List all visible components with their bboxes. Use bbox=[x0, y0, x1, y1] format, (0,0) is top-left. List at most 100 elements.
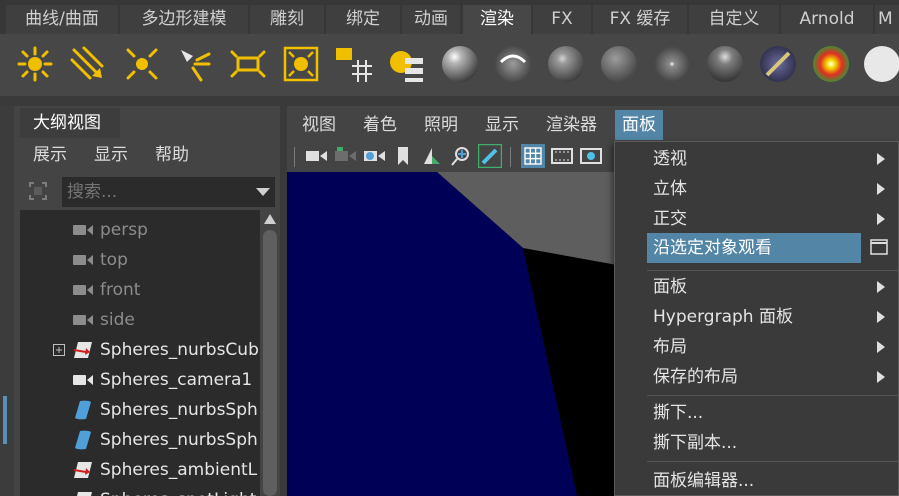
select-camera-icon[interactable] bbox=[304, 144, 328, 168]
light-editor-icon[interactable] bbox=[387, 44, 427, 84]
menu-item-label: 立体 bbox=[653, 179, 687, 199]
resolution-gate-icon[interactable] bbox=[579, 144, 603, 168]
phong-e-sphere-icon[interactable] bbox=[652, 44, 692, 84]
image-plane-icon[interactable] bbox=[420, 144, 444, 168]
list-item[interactable]: Spheres_nurbsCub bbox=[20, 335, 260, 365]
expand-icon[interactable] bbox=[53, 344, 65, 356]
outliner-menu-show[interactable]: 展示 bbox=[33, 140, 67, 170]
directional-light-icon[interactable] bbox=[68, 44, 108, 84]
camera-icon bbox=[73, 225, 93, 235]
ambient-light-icon[interactable] bbox=[122, 44, 162, 84]
menu-item-layouts[interactable]: 布局 bbox=[615, 332, 899, 362]
scroll-up-icon[interactable] bbox=[264, 214, 276, 224]
outliner-search-row bbox=[14, 176, 280, 208]
outliner-menu-display[interactable]: 显示 bbox=[94, 140, 128, 170]
camera-icon bbox=[73, 375, 93, 385]
menu-item-perspective[interactable]: 透视 bbox=[615, 144, 899, 174]
camera-attributes-icon[interactable] bbox=[333, 144, 357, 168]
point-light-icon[interactable] bbox=[15, 44, 55, 84]
outliner-menu-help[interactable]: 帮助 bbox=[155, 140, 189, 170]
outliner-search-input[interactable] bbox=[62, 177, 275, 207]
chevron-down-icon[interactable] bbox=[256, 188, 270, 196]
shelf-tab-rigging[interactable]: 绑定 bbox=[326, 5, 400, 34]
shelf-tab-custom[interactable]: 自定义 bbox=[689, 5, 779, 34]
grid-icon[interactable] bbox=[521, 144, 545, 168]
film-gate-icon[interactable] bbox=[550, 144, 574, 168]
shelf-tab-rendering[interactable]: 渲染 bbox=[463, 5, 531, 34]
list-item[interactable]: top bbox=[20, 245, 260, 275]
list-item[interactable]: persp bbox=[20, 215, 260, 245]
camera-settings-icon[interactable] bbox=[362, 144, 386, 168]
option-box-icon[interactable] bbox=[870, 239, 888, 255]
list-item-label: top bbox=[100, 250, 128, 270]
menu-item-saved-layouts[interactable]: 保存的布局 bbox=[615, 362, 899, 392]
layered-shader-icon[interactable] bbox=[705, 44, 745, 84]
tool-box-strip bbox=[0, 106, 14, 496]
menu-item-label: 透视 bbox=[653, 149, 687, 169]
render-sphere-icon[interactable] bbox=[862, 44, 899, 84]
shelf-tab-poly-modeling[interactable]: 多边形建模 bbox=[120, 5, 248, 34]
list-item-label: Spheres_nurbsSph bbox=[100, 400, 258, 420]
light-link-icon[interactable] bbox=[334, 44, 374, 84]
area-light-icon[interactable] bbox=[228, 44, 268, 84]
surface-shader-icon[interactable] bbox=[811, 44, 851, 84]
menu-item-label: 撕下副本... bbox=[653, 433, 738, 453]
chevron-right-icon bbox=[877, 213, 885, 225]
menu-separator bbox=[647, 395, 899, 396]
chevron-right-icon bbox=[877, 153, 885, 165]
filter-icon[interactable] bbox=[26, 179, 50, 203]
list-item[interactable]: front bbox=[20, 275, 260, 305]
list-item-label: persp bbox=[100, 220, 148, 240]
shelf-tab-sculpting[interactable]: 雕刻 bbox=[250, 5, 324, 34]
volume-light-icon[interactable] bbox=[281, 44, 321, 84]
list-item-label: Spheres_ambientL bbox=[100, 460, 258, 480]
spot-light-icon[interactable] bbox=[175, 44, 215, 84]
menu-item-tear-off[interactable]: 撕下... bbox=[615, 398, 899, 428]
menu-item-panel[interactable]: 面板 bbox=[615, 272, 899, 302]
nurbs-surface-icon bbox=[75, 430, 91, 450]
scrollbar-thumb[interactable] bbox=[263, 230, 277, 496]
panel-menu-view[interactable]: 视图 bbox=[295, 110, 343, 140]
menu-item-label: 面板编辑器... bbox=[653, 471, 755, 491]
list-item-label: Spheres_camera1 bbox=[100, 370, 253, 390]
panel-menu-shading[interactable]: 着色 bbox=[356, 110, 404, 140]
menu-separator bbox=[647, 270, 899, 271]
menu-item-stereo[interactable]: 立体 bbox=[615, 174, 899, 204]
panel-menu-renderer[interactable]: 渲染器 bbox=[539, 110, 604, 140]
shelf-tab-fx[interactable]: FX bbox=[533, 5, 591, 34]
grease-pencil-icon[interactable] bbox=[478, 144, 502, 168]
panel-menu-panels[interactable]: 面板 bbox=[615, 110, 663, 140]
shelf-tab-animation[interactable]: 动画 bbox=[402, 5, 460, 34]
menu-item-orthographic[interactable]: 正交 bbox=[615, 204, 899, 234]
outliner-scrollbar[interactable] bbox=[260, 210, 280, 496]
menu-item-panel-editor[interactable]: 面板编辑器... bbox=[615, 466, 899, 496]
two-d-pan-zoom-icon[interactable] bbox=[449, 144, 473, 168]
camera-icon bbox=[73, 255, 93, 265]
list-item[interactable]: Spheres_nurbsSph bbox=[20, 425, 260, 455]
shelf-tab-more[interactable]: M bbox=[875, 5, 899, 34]
menu-item-hypergraph-panel[interactable]: Hypergraph 面板 bbox=[615, 302, 899, 332]
panel-menu-lighting[interactable]: 照明 bbox=[417, 110, 465, 140]
shelf-tab-fx-caching[interactable]: FX 缓存 bbox=[593, 5, 687, 34]
shelf-tab-arnold[interactable]: Arnold bbox=[781, 5, 873, 34]
panel-menu-show[interactable]: 显示 bbox=[478, 110, 526, 140]
menu-item-label: 保存的布局 bbox=[653, 367, 738, 387]
list-item[interactable]: Spheres_spotLight bbox=[20, 485, 260, 496]
anisotropic-sphere-icon[interactable] bbox=[493, 44, 533, 84]
ramp-shader-icon[interactable] bbox=[758, 44, 798, 84]
lambert-sphere-icon[interactable] bbox=[599, 44, 639, 84]
list-item[interactable]: Spheres_nurbsSph bbox=[20, 395, 260, 425]
phong-sphere-icon[interactable] bbox=[546, 44, 586, 84]
bookmark-icon[interactable] bbox=[391, 144, 415, 168]
shelf-tab-curves[interactable]: 曲线/曲面 bbox=[6, 5, 118, 34]
list-item[interactable]: Spheres_ambientL bbox=[20, 455, 260, 485]
list-item[interactable]: Spheres_camera1 bbox=[20, 365, 260, 395]
menu-item-look-through-selected[interactable]: 沿选定对象观看 bbox=[615, 233, 899, 263]
outliner-panel: 大纲视图 展示 显示 帮助 persp top front side bbox=[14, 106, 280, 496]
list-item[interactable]: side bbox=[20, 305, 260, 335]
panel-divider[interactable] bbox=[280, 106, 287, 496]
outliner-tab[interactable]: 大纲视图 bbox=[20, 108, 120, 138]
menu-item-tear-off-copy[interactable]: 撕下副本... bbox=[615, 428, 899, 458]
menu-item-label: 沿选定对象观看 bbox=[653, 238, 772, 258]
blinn-sphere-icon[interactable] bbox=[440, 44, 480, 84]
